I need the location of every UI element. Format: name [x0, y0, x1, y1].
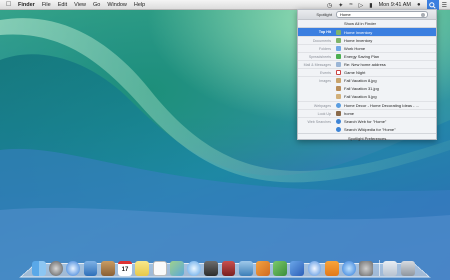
result-web-search[interactable]: Web Searches Search Web for "Home" [298, 117, 436, 125]
trash-icon[interactable] [400, 261, 415, 276]
result-label: Search Web for "Home" [344, 119, 387, 124]
calendar-icon[interactable]: 17 [118, 261, 132, 276]
spotlight-panel: Spotlight Home Show All in Finder Top Hi… [297, 9, 437, 142]
spotlight-label: Spotlight [316, 12, 332, 17]
bluetooth-icon[interactable]: ✦ [338, 2, 343, 9]
ibooks-icon[interactable] [324, 261, 339, 276]
result-lookup[interactable]: Look Up home [298, 109, 436, 117]
wifi-icon[interactable]: ≈ [349, 2, 352, 8]
menu-view[interactable]: View [74, 2, 86, 8]
menu-help[interactable]: Help [134, 2, 145, 8]
category-webpages: Webpages [313, 103, 331, 108]
finder-icon[interactable] [32, 261, 46, 276]
messages-icon[interactable] [187, 261, 201, 276]
menu-go[interactable]: Go [93, 2, 100, 8]
reminders-icon[interactable] [152, 261, 167, 276]
menu-window[interactable]: Window [107, 2, 127, 8]
result-event[interactable]: Events Game Night [298, 68, 436, 76]
maps-icon[interactable] [169, 261, 184, 276]
result-label: Energy Saving Plan [344, 54, 380, 59]
clear-search-icon[interactable] [421, 13, 425, 17]
menu-file[interactable]: File [42, 2, 51, 8]
result-document[interactable]: Documents Home Inventory [298, 36, 436, 44]
result-top-hit[interactable]: Top Hit Home Inventory [298, 28, 436, 36]
apple-menu-icon[interactable]:  [6, 1, 12, 8]
result-label: home [344, 111, 355, 116]
mail-icon [336, 62, 341, 67]
image-icon [336, 78, 341, 83]
globe-icon [336, 126, 341, 132]
result-web-search[interactable]: Search Wikipedia for "Home" [298, 125, 436, 133]
photo-booth-icon[interactable] [221, 261, 236, 276]
dock: 17 [32, 258, 418, 276]
category-lookup: Look Up [317, 111, 331, 116]
system-preferences-icon[interactable] [359, 261, 374, 276]
user-icon[interactable]: ● [417, 2, 421, 8]
result-label: Home Decor - Home Decorating Ideas - ... [344, 103, 419, 108]
calendar-icon [336, 70, 341, 75]
category-events: Events [320, 70, 331, 75]
image-icon [336, 93, 341, 99]
result-image[interactable]: Fall Vacation 31.jpg [298, 84, 436, 92]
result-label: Fall Vacation 8.jpg [344, 78, 377, 83]
safari-icon [336, 103, 341, 108]
spotlight-preferences[interactable]: Spotlight Preferences... [298, 133, 436, 142]
notes-icon[interactable] [135, 261, 150, 276]
result-webpage[interactable]: Webpages Home Decor - Home Decorating Id… [298, 101, 436, 109]
result-label: Home Inventory [344, 29, 373, 35]
itunes-icon[interactable] [307, 261, 322, 276]
result-folder[interactable]: Folders Work Home [298, 44, 436, 52]
pages-icon[interactable] [256, 261, 270, 276]
result-image[interactable]: Fall Vacation 5.jpg [298, 92, 436, 100]
menu-edit[interactable]: Edit [58, 2, 67, 8]
spreadsheet-icon [336, 38, 341, 43]
battery-icon[interactable]: ▮ [369, 2, 372, 9]
category-web-searches: Web Searches [307, 119, 331, 124]
iphoto-icon[interactable] [238, 261, 253, 276]
spreadsheet-icon [336, 29, 341, 35]
numbers-icon[interactable] [273, 261, 288, 276]
spotlight-query: Home [340, 12, 351, 17]
result-label: Game Night [344, 70, 366, 75]
category-top-hit: Top Hit [318, 30, 331, 34]
dictionary-icon [336, 111, 341, 116]
keynote-icon[interactable] [290, 261, 305, 276]
result-label: Fall Vacation 31.jpg [344, 85, 379, 91]
result-spreadsheet[interactable]: Spreadsheets Energy Saving Plan [298, 52, 436, 60]
volume-icon[interactable]: ▷ [359, 2, 364, 9]
result-label: Re: New home address [344, 62, 386, 67]
numbers-icon [336, 54, 341, 59]
launchpad-icon[interactable] [49, 261, 64, 276]
calendar-day: 17 [121, 267, 129, 273]
notification-center-icon[interactable]: ☰ [442, 2, 447, 9]
image-icon [336, 85, 341, 91]
category-documents: Documents [312, 38, 331, 43]
downloads-icon[interactable] [383, 261, 398, 276]
category-mail: Mail & Messages [303, 62, 331, 67]
time-machine-icon[interactable]: ◷ [327, 2, 332, 9]
category-spreadsheets: Spreadsheets [308, 54, 331, 59]
folder-icon [336, 46, 341, 51]
globe-icon [336, 119, 341, 124]
menubar-clock[interactable]: Mon 9:41 AM [379, 2, 411, 8]
category-images: Images [319, 78, 331, 83]
result-image[interactable]: Images Fall Vacation 8.jpg [298, 76, 436, 84]
safari-icon[interactable] [66, 261, 81, 276]
app-store-icon[interactable] [342, 261, 356, 276]
search-icon [429, 1, 436, 9]
mail-icon[interactable] [83, 261, 98, 276]
menu-app-name[interactable]: Finder [18, 2, 35, 8]
contacts-icon[interactable] [100, 261, 115, 276]
result-mail[interactable]: Mail & Messages Re: New home address [298, 60, 436, 68]
show-all-in-finder[interactable]: Show All in Finder [298, 20, 436, 28]
result-label: Home Inventory [344, 38, 373, 43]
facetime-icon[interactable] [204, 261, 219, 276]
spotlight-search-input[interactable]: Home [336, 11, 428, 18]
result-label: Fall Vacation 5.jpg [344, 93, 377, 99]
spotlight-header: Spotlight Home [298, 10, 436, 20]
dock-divider [378, 260, 380, 276]
result-label: Work Home [344, 46, 366, 51]
result-label: Search Wikipedia for "Home" [344, 126, 396, 132]
category-folders: Folders [319, 46, 331, 51]
